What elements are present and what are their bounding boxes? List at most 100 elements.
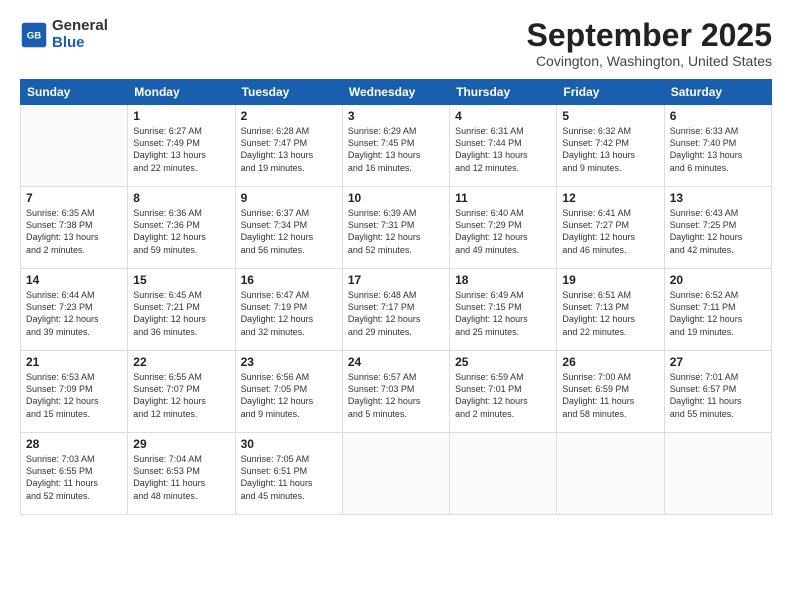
day-number: 6	[670, 109, 766, 123]
day-info: Sunrise: 6:44 AMSunset: 7:23 PMDaylight:…	[26, 289, 122, 338]
day-number: 17	[348, 273, 444, 287]
day-info: Sunrise: 6:33 AMSunset: 7:40 PMDaylight:…	[670, 125, 766, 174]
day-info: Sunrise: 7:00 AMSunset: 6:59 PMDaylight:…	[562, 371, 658, 420]
calendar-cell: 8 Sunrise: 6:36 AMSunset: 7:36 PMDaylight…	[128, 187, 235, 269]
header-monday: Monday	[128, 80, 235, 105]
calendar-table: Sunday Monday Tuesday Wednesday Thursday…	[20, 79, 772, 515]
day-info: Sunrise: 6:47 AMSunset: 7:19 PMDaylight:…	[241, 289, 337, 338]
day-info: Sunrise: 6:37 AMSunset: 7:34 PMDaylight:…	[241, 207, 337, 256]
day-info: Sunrise: 6:55 AMSunset: 7:07 PMDaylight:…	[133, 371, 229, 420]
day-number: 25	[455, 355, 551, 369]
logo: GB General Blue	[20, 18, 108, 51]
day-info: Sunrise: 6:31 AMSunset: 7:44 PMDaylight:…	[455, 125, 551, 174]
calendar-cell: 28 Sunrise: 7:03 AMSunset: 6:55 PMDayligh…	[21, 433, 128, 515]
calendar-cell: 29Sunrise: 7:04 AMSunset: 6:53 PMDayligh…	[128, 433, 235, 515]
header-thursday: Thursday	[450, 80, 557, 105]
header-sunday: Sunday	[21, 80, 128, 105]
calendar-cell: 2Sunrise: 6:28 AMSunset: 7:47 PMDaylight…	[235, 105, 342, 187]
calendar-cell	[342, 433, 449, 515]
header-wednesday: Wednesday	[342, 80, 449, 105]
day-number: 4	[455, 109, 551, 123]
month-title: September 2025	[527, 18, 772, 53]
header-tuesday: Tuesday	[235, 80, 342, 105]
calendar-cell	[557, 433, 664, 515]
calendar-cell: 27 Sunrise: 7:01 AMSunset: 6:57 PMDayligh…	[664, 351, 771, 433]
day-info: Sunrise: 6:59 AMSunset: 7:01 PMDaylight:…	[455, 371, 551, 420]
calendar-header-row: Sunday Monday Tuesday Wednesday Thursday…	[21, 80, 772, 105]
svg-text:GB: GB	[27, 30, 41, 41]
calendar-cell: 16 Sunrise: 6:47 AMSunset: 7:19 PMDayligh…	[235, 269, 342, 351]
day-number: 23	[241, 355, 337, 369]
header-friday: Friday	[557, 80, 664, 105]
day-number: 24	[348, 355, 444, 369]
calendar-week-row: 21 Sunrise: 6:53 AMSunset: 7:09 PMDayligh…	[21, 351, 772, 433]
day-number: 28	[26, 437, 122, 451]
day-number: 7	[26, 191, 122, 205]
day-info: Sunrise: 6:45 AMSunset: 7:21 PMDaylight:…	[133, 289, 229, 338]
day-number: 27	[670, 355, 766, 369]
location-text: Covington, Washington, United States	[527, 53, 772, 69]
day-info: Sunrise: 6:49 AMSunset: 7:15 PMDaylight:…	[455, 289, 551, 338]
calendar-cell: 22 Sunrise: 6:55 AMSunset: 7:07 PMDayligh…	[128, 351, 235, 433]
calendar-week-row: 7 Sunrise: 6:35 AMSunset: 7:38 PMDaylight…	[21, 187, 772, 269]
calendar-cell: 24 Sunrise: 6:57 AMSunset: 7:03 PMDayligh…	[342, 351, 449, 433]
calendar-cell: 10 Sunrise: 6:39 AMSunset: 7:31 PMDayligh…	[342, 187, 449, 269]
title-block: September 2025 Covington, Washington, Un…	[527, 18, 772, 69]
calendar-cell: 4 Sunrise: 6:31 AMSunset: 7:44 PMDaylight…	[450, 105, 557, 187]
day-number: 29	[133, 437, 229, 451]
day-number: 13	[670, 191, 766, 205]
logo-icon: GB	[20, 21, 48, 49]
day-info: Sunrise: 6:39 AMSunset: 7:31 PMDaylight:…	[348, 207, 444, 256]
day-info: Sunrise: 6:27 AMSunset: 7:49 PMDaylight:…	[133, 125, 229, 174]
day-info: Sunrise: 7:03 AMSunset: 6:55 PMDaylight:…	[26, 453, 122, 502]
day-number: 22	[133, 355, 229, 369]
day-info: Sunrise: 7:01 AMSunset: 6:57 PMDaylight:…	[670, 371, 766, 420]
day-number: 21	[26, 355, 122, 369]
day-info: Sunrise: 6:29 AMSunset: 7:45 PMDaylight:…	[348, 125, 444, 174]
calendar-cell: 17 Sunrise: 6:48 AMSunset: 7:17 PMDayligh…	[342, 269, 449, 351]
calendar-cell: 20 Sunrise: 6:52 AMSunset: 7:11 PMDayligh…	[664, 269, 771, 351]
day-info: Sunrise: 6:41 AMSunset: 7:27 PMDaylight:…	[562, 207, 658, 256]
calendar-cell: 6 Sunrise: 6:33 AMSunset: 7:40 PMDaylight…	[664, 105, 771, 187]
day-number: 9	[241, 191, 337, 205]
day-info: Sunrise: 6:52 AMSunset: 7:11 PMDaylight:…	[670, 289, 766, 338]
calendar-cell: 15 Sunrise: 6:45 AMSunset: 7:21 PMDayligh…	[128, 269, 235, 351]
day-info: Sunrise: 6:57 AMSunset: 7:03 PMDaylight:…	[348, 371, 444, 420]
day-info: Sunrise: 6:48 AMSunset: 7:17 PMDaylight:…	[348, 289, 444, 338]
day-number: 12	[562, 191, 658, 205]
calendar-week-row: 1 Sunrise: 6:27 AMSunset: 7:49 PMDaylight…	[21, 105, 772, 187]
calendar-week-row: 14Sunrise: 6:44 AMSunset: 7:23 PMDayligh…	[21, 269, 772, 351]
logo-general-text: General	[52, 17, 108, 34]
day-info: Sunrise: 6:28 AMSunset: 7:47 PMDaylight:…	[241, 125, 337, 174]
day-number: 26	[562, 355, 658, 369]
day-info: Sunrise: 6:36 AMSunset: 7:36 PMDaylight:…	[133, 207, 229, 256]
day-number: 15	[133, 273, 229, 287]
day-info: Sunrise: 6:40 AMSunset: 7:29 PMDaylight:…	[455, 207, 551, 256]
calendar-cell	[21, 105, 128, 187]
day-number: 11	[455, 191, 551, 205]
calendar-cell: 12 Sunrise: 6:41 AMSunset: 7:27 PMDayligh…	[557, 187, 664, 269]
logo-blue-text: Blue	[52, 34, 85, 51]
calendar-cell	[450, 433, 557, 515]
calendar-cell: 13Sunrise: 6:43 AMSunset: 7:25 PMDayligh…	[664, 187, 771, 269]
calendar-cell: 9 Sunrise: 6:37 AMSunset: 7:34 PMDaylight…	[235, 187, 342, 269]
calendar-cell: 25 Sunrise: 6:59 AMSunset: 7:01 PMDayligh…	[450, 351, 557, 433]
day-number: 10	[348, 191, 444, 205]
calendar-cell: 11 Sunrise: 6:40 AMSunset: 7:29 PMDayligh…	[450, 187, 557, 269]
day-number: 8	[133, 191, 229, 205]
day-info: Sunrise: 6:35 AMSunset: 7:38 PMDaylight:…	[26, 207, 122, 256]
day-number: 30	[241, 437, 337, 451]
day-number: 20	[670, 273, 766, 287]
day-number: 3	[348, 109, 444, 123]
day-number: 19	[562, 273, 658, 287]
day-number: 1	[133, 109, 229, 123]
calendar-cell: 1 Sunrise: 6:27 AMSunset: 7:49 PMDaylight…	[128, 105, 235, 187]
day-info: Sunrise: 6:51 AMSunset: 7:13 PMDaylight:…	[562, 289, 658, 338]
calendar-cell: 19 Sunrise: 6:51 AMSunset: 7:13 PMDayligh…	[557, 269, 664, 351]
day-number: 16	[241, 273, 337, 287]
day-info: Sunrise: 6:53 AMSunset: 7:09 PMDaylight:…	[26, 371, 122, 420]
day-info: Sunrise: 6:56 AMSunset: 7:05 PMDaylight:…	[241, 371, 337, 420]
header-saturday: Saturday	[664, 80, 771, 105]
calendar-cell: 26 Sunrise: 7:00 AMSunset: 6:59 PMDayligh…	[557, 351, 664, 433]
calendar-week-row: 28 Sunrise: 7:03 AMSunset: 6:55 PMDayligh…	[21, 433, 772, 515]
